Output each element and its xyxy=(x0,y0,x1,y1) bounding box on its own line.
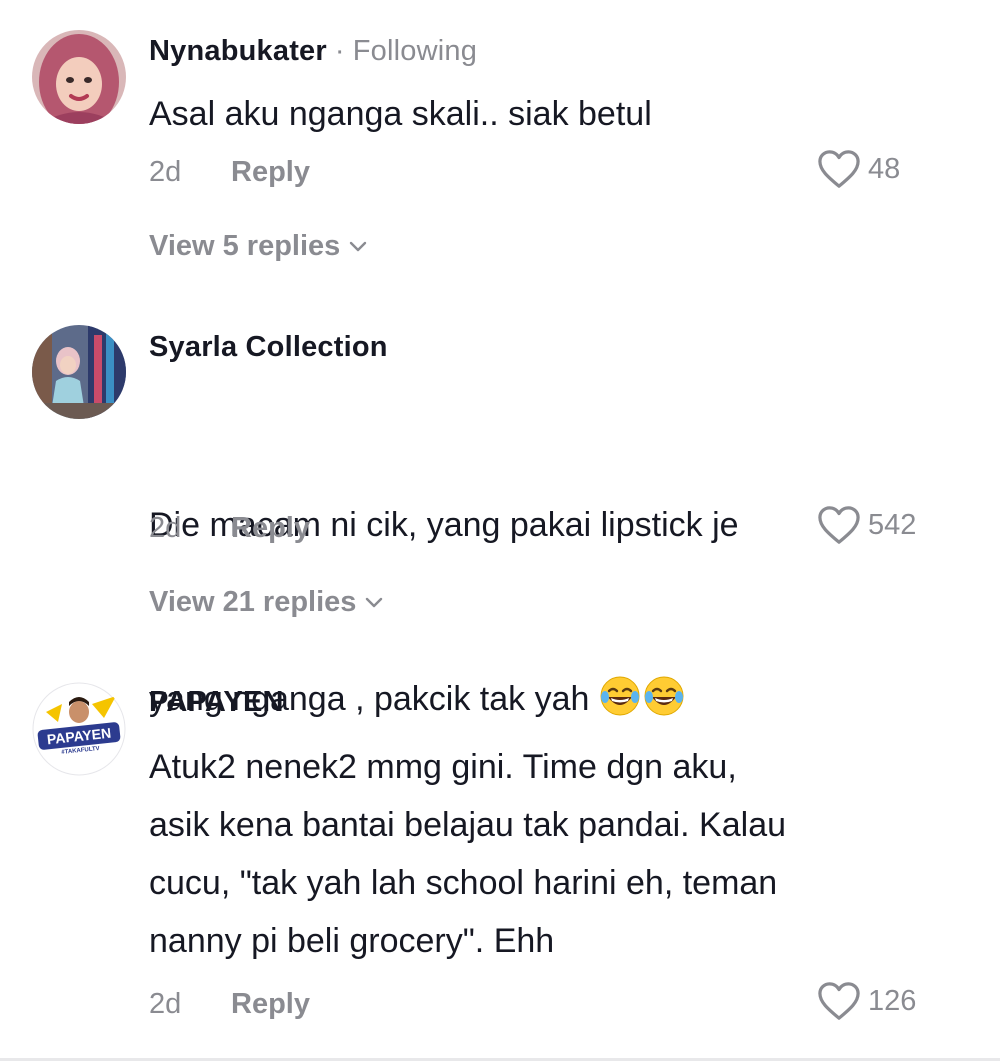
comment-author[interactable]: PAPAYEN xyxy=(149,686,284,719)
separator-dot: · xyxy=(334,35,345,67)
like-button[interactable]: 542 xyxy=(816,504,916,546)
chevron-down-icon xyxy=(350,241,367,251)
avatar[interactable] xyxy=(32,30,126,124)
profile-photo-icon xyxy=(32,30,126,124)
view-replies-label: View 5 replies xyxy=(149,230,341,262)
profile-photo-icon xyxy=(32,325,126,419)
like-button[interactable]: 48 xyxy=(816,148,900,190)
reply-button[interactable]: Reply xyxy=(231,156,310,188)
comment-text: Atuk2 nenek2 mmg gini. Time dgn aku, asi… xyxy=(149,748,787,960)
heart-icon xyxy=(818,150,860,188)
reply-button[interactable]: Reply xyxy=(231,988,310,1020)
tears-of-joy-emoji-icon xyxy=(600,676,640,716)
comment-meta: 2d Reply xyxy=(149,512,310,545)
chevron-down-icon xyxy=(366,597,383,607)
comment-time: 2d xyxy=(149,512,182,544)
like-count: 48 xyxy=(868,152,901,185)
avatar[interactable] xyxy=(32,325,126,419)
author-name[interactable]: PAPAYEN xyxy=(149,686,284,718)
view-replies-label: View 21 replies xyxy=(149,586,357,618)
following-label: Following xyxy=(352,35,478,67)
author-name[interactable]: Syarla Collection xyxy=(149,331,388,363)
like-count: 126 xyxy=(868,984,917,1017)
comments-panel: Nynabukater · Following Asal aku nganga sk… xyxy=(0,0,1000,1061)
comment-author[interactable]: Syarla Collection xyxy=(149,331,388,364)
view-replies-button[interactable]: View 21 replies xyxy=(149,586,384,619)
comment-text: Asal aku nganga skali.. siak betul xyxy=(149,95,652,133)
papayen-logo-icon: PAPAYEN #TAKAFULTV xyxy=(32,682,126,776)
heart-icon xyxy=(818,982,860,1020)
comment-meta: 2d Reply xyxy=(149,988,310,1021)
comment-meta: 2d Reply xyxy=(149,156,310,189)
reply-button[interactable]: Reply xyxy=(231,512,310,544)
comment-time: 2d xyxy=(149,156,182,188)
like-button[interactable]: 126 xyxy=(816,980,916,1022)
tears-of-joy-emoji-icon xyxy=(644,676,684,716)
comment-author[interactable]: Nynabukater · Following xyxy=(149,35,477,68)
heart-icon xyxy=(818,506,860,544)
avatar[interactable]: PAPAYEN #TAKAFULTV xyxy=(32,682,126,776)
like-count: 542 xyxy=(868,508,917,541)
author-name[interactable]: Nynabukater xyxy=(149,35,327,67)
comment-time: 2d xyxy=(149,988,182,1020)
view-replies-button[interactable]: View 5 replies xyxy=(149,230,368,263)
